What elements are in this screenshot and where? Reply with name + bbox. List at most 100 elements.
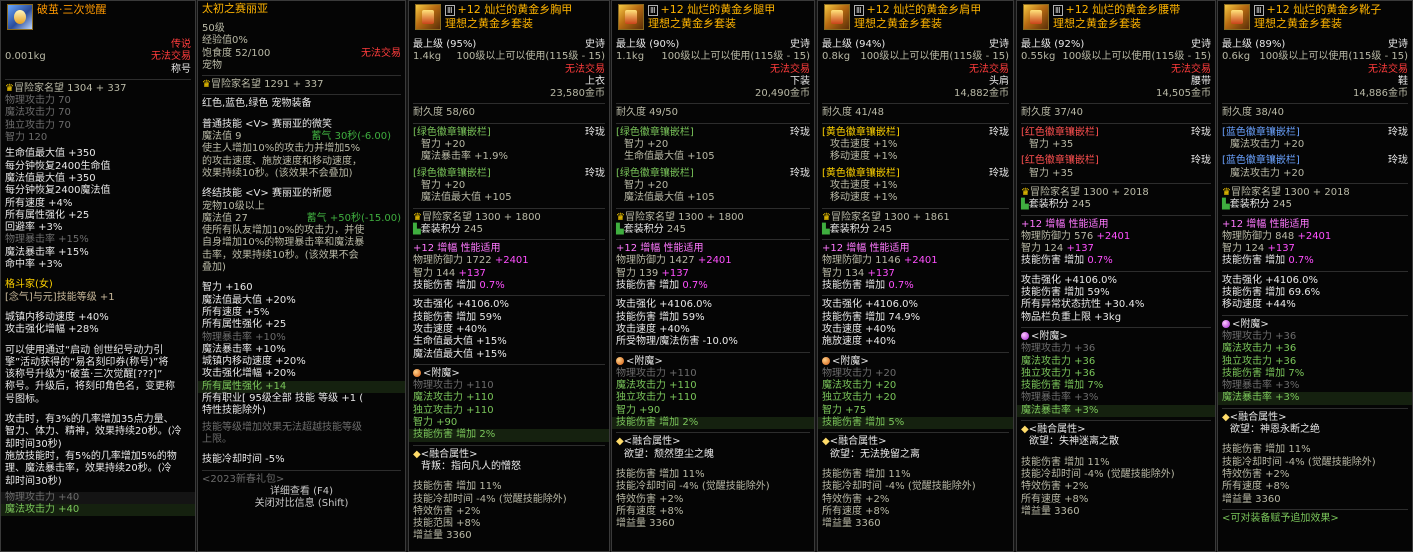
skill-title: 普通技能 <V> 赛丽亚的微笑 xyxy=(202,118,332,130)
skill-damage: 技能伤害 增加 xyxy=(616,280,680,292)
emblem-slot-title: [蓝色徽章镶嵌栏] xyxy=(1222,155,1300,167)
stat: 回避率 +3% xyxy=(5,222,63,234)
emblem-slot-title: [黄色徽章镶嵌栏] xyxy=(822,167,900,179)
desc-line: 称号。升级后，将刻印角色名，变更称 xyxy=(5,381,175,393)
adventure-value: 1300 + 1800 xyxy=(678,211,744,223)
amplify-line: +12 增幅 性能适用 xyxy=(413,243,501,255)
intelligence: 智力 134 xyxy=(822,267,865,279)
pet-name: 太初之赛丽亚 xyxy=(202,2,268,15)
equipment-tooltip: Ⅲ +12 灿烂的黄金乡腰带 理想之黄金乡套装 最上级 (92%) 史诗 0.55k… xyxy=(1016,0,1216,552)
desc-line: 理、魔法暴击率，效果持续20秒。(冷 xyxy=(5,463,172,475)
stat: 物理暴击率 +15% xyxy=(5,234,89,246)
weight: 0.001kg xyxy=(5,51,46,63)
defense-bonus: +2401 xyxy=(903,255,938,267)
intelligence: 智力 124 xyxy=(1222,243,1265,255)
equipment-icon xyxy=(1224,4,1250,30)
emblem-stat: 智力 +35 xyxy=(1029,167,1074,179)
emblem-tag: 玲珑 xyxy=(989,126,1009,138)
desc-line: 该称号升级为“破茧·三次觉醒[???]” xyxy=(5,369,163,381)
stat: 物理攻击力 +40 xyxy=(5,491,80,503)
job-name: 格斗家(女) xyxy=(5,279,53,291)
set-points-value: 245 xyxy=(463,223,483,235)
weight: 0.6kg xyxy=(1222,51,1251,63)
fusion-title: <融合属性> xyxy=(420,448,478,460)
fusion-stat: 特效伤害 +2% xyxy=(1021,481,1089,493)
detail-view-button[interactable]: 详细查看 (F4) xyxy=(202,486,401,498)
grade: 最上级 xyxy=(413,39,443,50)
weight: 1.4kg xyxy=(413,51,442,63)
fusion-stat: 特效伤害 +2% xyxy=(822,493,890,505)
option-stat: 技能伤害 增加 74.9% xyxy=(822,311,921,323)
rarity: 史诗 xyxy=(1191,39,1211,50)
weight: 0.8kg xyxy=(822,51,851,63)
pack-name: <2023新春礼包> xyxy=(202,473,285,485)
price: 14,882金币 xyxy=(954,88,1009,100)
option-stat: 攻击强化 +4106.0% xyxy=(413,299,510,311)
enchant-stat: 独立攻击力 +110 xyxy=(413,404,494,416)
price: 14,505金币 xyxy=(1156,88,1211,100)
stat: 每分钟恢复2400魔法值 xyxy=(5,185,111,197)
option-stat: 技能伤害 增加 59% xyxy=(616,311,705,323)
int-bonus: +137 xyxy=(1066,243,1094,255)
option-stat: 生命值最大值 +15% xyxy=(413,336,507,348)
fusion-stat: 技能范围 +8% xyxy=(413,518,481,530)
emblem-slot-title: [红色徽章镶嵌栏] xyxy=(1021,155,1099,167)
adventure-icon: ♛ xyxy=(413,211,422,223)
fusion-stat: 所有速度 +8% xyxy=(822,505,890,517)
close-compare-button[interactable]: 关闭对比信息 (Shift) xyxy=(202,498,401,510)
emblem-tag: 玲珑 xyxy=(790,167,810,179)
enchant-orb-icon xyxy=(616,356,624,365)
intelligence: 智力 124 xyxy=(1021,243,1064,255)
enchant-stat: 魔法攻击力 +36 xyxy=(1021,355,1096,367)
enchant-stat: 技能伤害 增加 7% xyxy=(1021,380,1104,392)
enchant-orb-icon xyxy=(1222,319,1230,328)
set-name: 理想之黄金乡套装 xyxy=(1053,17,1141,30)
skill-desc: 击率，效果持续10秒。(该效果不会 xyxy=(202,249,359,261)
adventure-label: 冒险家名望 xyxy=(210,79,261,91)
stat: 城镇内移动速度 +40% xyxy=(5,311,109,323)
item-name: +12 灿烂的黄金乡腰带 xyxy=(1065,3,1181,16)
grade-tag-icon: Ⅲ xyxy=(445,5,455,16)
fusion-stat: 增益量 3360 xyxy=(1021,505,1080,517)
set-name: 理想之黄金乡套装 xyxy=(854,17,942,30)
grade-pct: (94%) xyxy=(855,39,886,50)
set-name: 理想之黄金乡套装 xyxy=(648,17,736,30)
defense: 物理防御力 848 xyxy=(1222,230,1295,242)
note: 上限。 xyxy=(202,433,232,445)
note: 技能等级增加效果无法超越技能等级 xyxy=(202,421,362,433)
pet-level: 50级 xyxy=(202,23,225,34)
skill-damage-value: 0.7% xyxy=(479,280,505,292)
fusion-title: <融合属性> xyxy=(623,436,681,448)
skill-desc: 自身增加10%的物理暴击率和魔法暴 xyxy=(202,237,365,249)
requirement: 100级以上可以使用(115级 - 15) xyxy=(456,51,605,63)
enchant-stat: 独立攻击力 +36 xyxy=(1021,367,1096,379)
fusion-icon: ◆ xyxy=(413,448,421,460)
emblem-slot-title: [绿色徽章镶嵌栏] xyxy=(616,126,694,138)
emblem-tag: 玲珑 xyxy=(585,126,605,138)
stat: 所有速度 +4% xyxy=(5,197,73,209)
enchant-orb-icon xyxy=(822,356,830,365)
enchant-stat: 智力 +75 xyxy=(822,404,867,416)
emblem-stat: 魔法值最大值 +105 xyxy=(624,192,715,204)
pet-equip: 红色,蓝色,绿色 宠物装备 xyxy=(202,98,312,110)
enchant-stat: 技能伤害 增加 7% xyxy=(1222,367,1305,379)
fusion-title: <融合属性> xyxy=(1028,424,1086,436)
trade-status: 无法交易 xyxy=(1368,63,1408,75)
emblem-stat: 魔法攻击力 +20 xyxy=(1230,167,1305,179)
set-points-value: 245 xyxy=(1272,199,1292,211)
equip-slot: 鞋 xyxy=(1398,75,1408,87)
fusion-title: <融合属性> xyxy=(829,436,887,448)
enchant-title: <附魔> xyxy=(832,355,869,367)
adventure-value: 1300 + 2018 xyxy=(1083,186,1149,198)
fusion-stat: 增益量 3360 xyxy=(616,518,675,530)
emblem-tag: 玲珑 xyxy=(790,126,810,138)
desc-line: 可以使用通过“启动 创世纪号动力引 xyxy=(5,344,164,356)
set-points-icon: ▙ xyxy=(616,223,624,235)
cooldown-stat: 技能冷却时间 -5% xyxy=(202,454,285,466)
durability: 耐久度 37/40 xyxy=(1021,107,1083,119)
set-points-icon: ▙ xyxy=(822,223,830,235)
enchant-title: <附魔> xyxy=(626,355,663,367)
desc-line: 却时间30秒) xyxy=(5,438,62,450)
enchant-stat: 物理攻击力 +110 xyxy=(413,380,494,392)
fusion-title: <融合属性> xyxy=(1229,411,1287,423)
